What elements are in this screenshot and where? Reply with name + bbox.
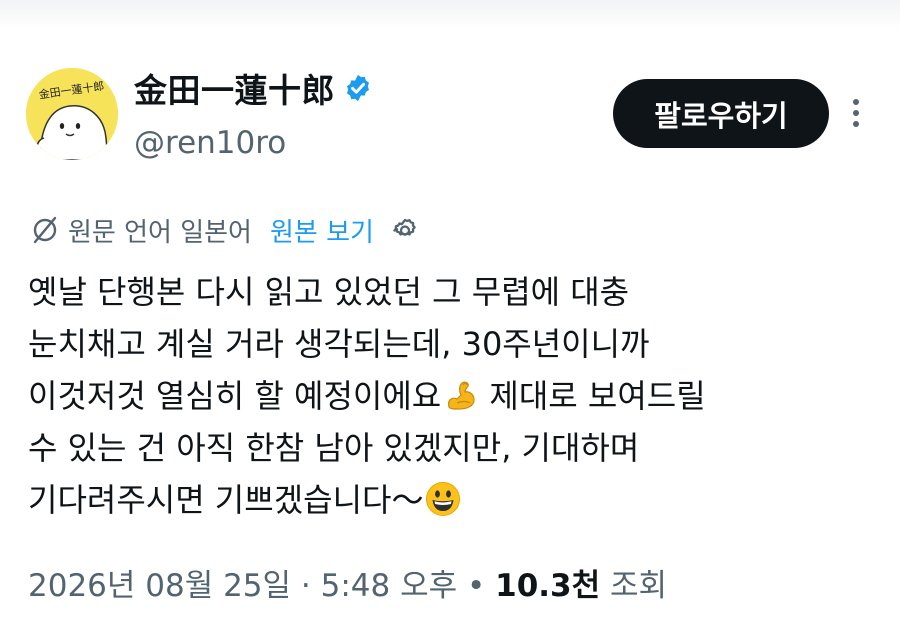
avatar-illustration: 金田一蓮十郎 <box>26 68 118 160</box>
top-edge-shade <box>0 0 900 30</box>
views-count[interactable]: 10.3천 <box>495 568 600 604</box>
tweet-line: 옛날 단행본 다시 읽고 있었던 그 무렵에 대충 <box>28 273 630 311</box>
show-original-link[interactable]: 원본 보기 <box>270 212 374 249</box>
translation-bar: 원문 언어 일본어 원본 보기 <box>30 210 420 250</box>
author-handle[interactable]: @ren10ro <box>134 125 286 161</box>
author-name-row[interactable]: 金田一蓮十郎 <box>134 66 373 110</box>
display-name[interactable]: 金田一蓮十郎 <box>134 64 335 112</box>
translate-icon <box>30 215 60 245</box>
views-label: 조회 <box>600 568 668 604</box>
meta-separator: • <box>457 568 496 604</box>
tweet-text: 옛날 단행본 다시 읽고 있었던 그 무렵에 대충 눈치채고 계실 거라 생각되… <box>28 266 888 526</box>
tweet-metadata: 2026년 08월 25일 · 5:48 오후 • 10.3천 조회 <box>28 560 667 605</box>
tweet-line-text: 제대로 보여드릴 <box>479 377 706 415</box>
meta-separator: · <box>291 568 321 604</box>
tweet-time[interactable]: 5:48 오후 <box>321 568 458 604</box>
tweet-line: 눈치채고 계실 거라 생각되는데, 30주년이니까 <box>28 325 650 363</box>
tweet-date[interactable]: 2026년 08월 25일 <box>28 568 291 604</box>
follow-button[interactable]: 팔로우하기 <box>613 79 829 148</box>
tweet-line-text: 이것저것 열심히 할 예정이에요 <box>28 377 442 415</box>
verified-badge-icon <box>343 73 373 103</box>
avatar[interactable]: 金田一蓮十郎 <box>26 68 118 160</box>
grinning-face-emoji-icon <box>425 481 461 517</box>
translation-source-text: 원문 언어 일본어 <box>68 217 252 248</box>
tweet-line: 수 있는 건 아직 한참 남아 있겠지만, 기대하며 <box>28 429 640 467</box>
tweet-line-with-emoji: 이것저것 열심히 할 예정이에요 제대로 보여드릴 <box>28 370 888 422</box>
flexed-biceps-emoji-icon <box>443 377 479 413</box>
tweet-line-with-emoji: 기다려주시면 기쁘겠습니다～ <box>28 474 888 526</box>
more-vertical-icon[interactable] <box>844 96 868 132</box>
gear-icon[interactable] <box>390 215 420 245</box>
tweet-line-text: 기다려주시면 기쁘겠습니다～ <box>28 481 424 519</box>
